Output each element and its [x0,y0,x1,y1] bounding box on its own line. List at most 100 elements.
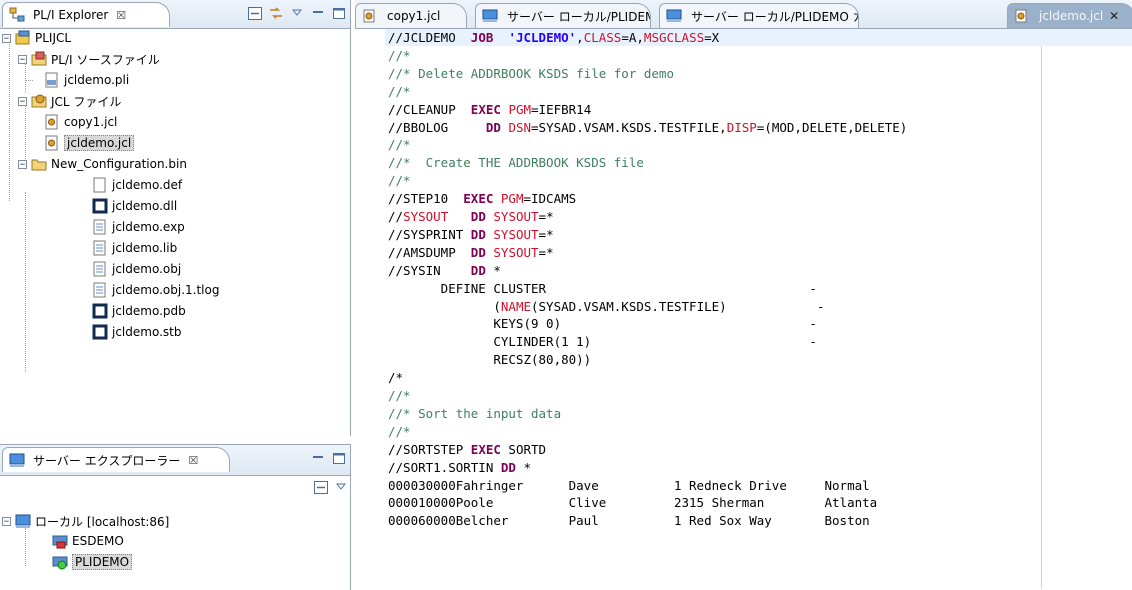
editor-tabbar: copy1.jcl サーバー ローカル/PLIDEMO Jo サーバー ローカル… [355,0,1132,29]
code-token: //SORT1.SORTIN [388,459,501,475]
code-token: SORTD [500,441,547,457]
tree-item-plijcl[interactable]: − PLIJCL [2,28,71,48]
editor-tab-copy1-jcl[interactable]: copy1.jcl [355,3,467,28]
code-token: //BBOLOG [388,119,486,135]
code-line: //AMSDUMP DD SYSOUT=* [388,244,554,261]
code-token: DISP [726,119,757,135]
tree-item-jcldemo-exp[interactable]: jcldemo.exp [34,217,185,237]
view-menu-icon[interactable] [289,6,304,20]
code-token: =IEFBR14 [531,101,592,117]
tree-item-jcldemo-pli[interactable]: jcldemo.pli [25,70,129,90]
code-token: CLASS [583,30,622,45]
tree-item-new-configuration[interactable]: − New_Configuration.bin [18,154,187,174]
editor-tab-label: copy1.jcl [387,9,441,23]
code-token: // [388,209,404,224]
code-line: //* [388,83,411,100]
tree-item-plidemo[interactable]: PLIDEMO [34,552,133,572]
collapse-all-icon[interactable] [314,481,328,497]
code-token: DD [500,459,516,475]
tree-item-jcldemo-stb[interactable]: jcldemo.stb [34,322,181,342]
server-explorer-tab[interactable]: サーバー エクスプローラー ☒ [2,447,230,472]
link-with-editor-icon[interactable] [268,6,283,20]
code-token: /* [388,370,404,386]
tree-item-jcldemo-obj[interactable]: jcldemo.obj [34,259,181,279]
editor-tab-jcldemo-jcl[interactable]: jcldemo.jcl ✕ [1007,3,1132,28]
code-token: DD [485,119,501,135]
close-icon[interactable]: ☒ [188,454,198,467]
minimize-icon[interactable] [310,6,325,20]
tree-item-label: jcldemo.pdb [112,304,186,318]
code-token: //JCLDEMO [388,30,471,45]
code-token: ( [388,298,501,314]
tree-item-jcl-files[interactable]: − JCL ファイル [18,91,121,111]
code-token: =* [538,209,554,224]
code-token: =(MOD,DELETE,DELETE) [756,119,908,135]
collapse-toggle[interactable]: − [18,159,27,169]
server-explorer-tab-label: サーバー エクスプローラー [33,453,181,468]
close-icon[interactable]: ☒ [116,9,126,22]
maximize-icon[interactable] [331,6,346,20]
text-file-icon [92,282,108,298]
collapse-toggle[interactable]: − [2,516,11,526]
code-token: MSGCLASS [643,30,705,45]
code-line: //* [388,423,411,440]
collapse-toggle[interactable]: − [18,96,27,106]
editor-tab-label: サーバー ローカル/PLIDEMO カタ [691,9,859,24]
editor-tab-plidemo-jobs[interactable]: サーバー ローカル/PLIDEMO Jo [475,3,651,28]
tree-item-jcldemo-dll[interactable]: jcldemo.dll [34,196,177,216]
tree-item-jcldemo-lib[interactable]: jcldemo.lib [34,238,177,258]
tree-item-pli-source[interactable]: − PL/I ソースファイル [18,49,160,69]
code-line: /* [388,369,403,386]
code-token: //* [388,173,411,189]
code-token: =IDCAMS [523,191,577,207]
server-toolbar [310,451,346,465]
collapse-toggle[interactable]: − [2,33,11,43]
tree-item-label: PLIJCL [35,31,72,45]
collapse-toggle[interactable]: − [18,54,27,64]
tree-item-jcldemo-jcl[interactable]: jcldemo.jcl [34,133,135,153]
tree-item-local-server[interactable]: − ローカル [localhost:86] [2,511,169,531]
jcl-file-icon [44,135,60,151]
code-line: //* [388,136,411,153]
code-token: //SYSIN [388,262,471,278]
code-line: //* Delete ADDRBOOK KSDS file for demo [388,65,674,82]
code-line: //BBOLOG DD DSN=SYSAD.VSAM.KSDS.TESTFILE… [388,119,907,136]
project-icon [15,30,31,46]
code-token: //SYSPRINT [388,226,471,242]
editor-tab-plidemo-catalog[interactable]: サーバー ローカル/PLIDEMO カタ [659,3,859,28]
code-token: //AMSDUMP [388,244,471,260]
tree-item-copy1-jcl[interactable]: copy1.jcl [34,112,117,132]
collapse-all-icon[interactable] [247,6,262,20]
text-file-icon [92,219,108,235]
tree-item-jcldemo-pdb[interactable]: jcldemo.pdb [34,301,186,321]
tree-item-esdemo[interactable]: ESDEMO [34,531,124,551]
tree-item-label: ESDEMO [72,534,124,548]
code-line: 000030000Fahringer Dave 1 Redneck Drive … [388,477,870,494]
minimize-icon[interactable] [310,451,325,465]
hierarchy-icon [9,7,25,23]
code-token: //* [388,423,411,439]
code-line: //* [388,172,411,189]
close-icon[interactable]: ✕ [1109,9,1119,23]
tree-item-label: ローカル [localhost:86] [35,514,170,529]
jcl-folder-icon [31,93,47,109]
code-token: (SYSAD.VSAM.KSDS.TESTFILE) - [531,298,825,314]
code-editor[interactable]: //JCLDEMO JOB 'JCLDEMO',CLASS=A,MSGCLASS… [355,29,1132,589]
editor-tab-label: サーバー ローカル/PLIDEMO Jo [507,9,650,24]
code-line: //SYSPRINT DD SYSOUT=* [388,226,554,243]
editor-tab-label: jcldemo.jcl [1039,9,1104,23]
code-token: //SORTSTEP [388,441,471,457]
tree-item-jcldemo-def[interactable]: jcldemo.def [34,175,182,195]
code-token: DSN [508,119,532,135]
code-token: SYSOUT [493,209,539,224]
view-menu-icon[interactable] [335,481,347,497]
maximize-icon[interactable] [331,451,346,465]
server-icon [15,513,31,529]
pli-explorer-tab[interactable]: PL/I Explorer ☒ [2,2,170,27]
binary-file-icon [92,303,108,319]
code-token: //* Create THE ADDRBOOK KSDS file [388,155,644,171]
tree-item-jcldemo-tlog[interactable]: jcldemo.obj.1.tlog [34,280,219,300]
server-subtoolbar [314,481,347,497]
